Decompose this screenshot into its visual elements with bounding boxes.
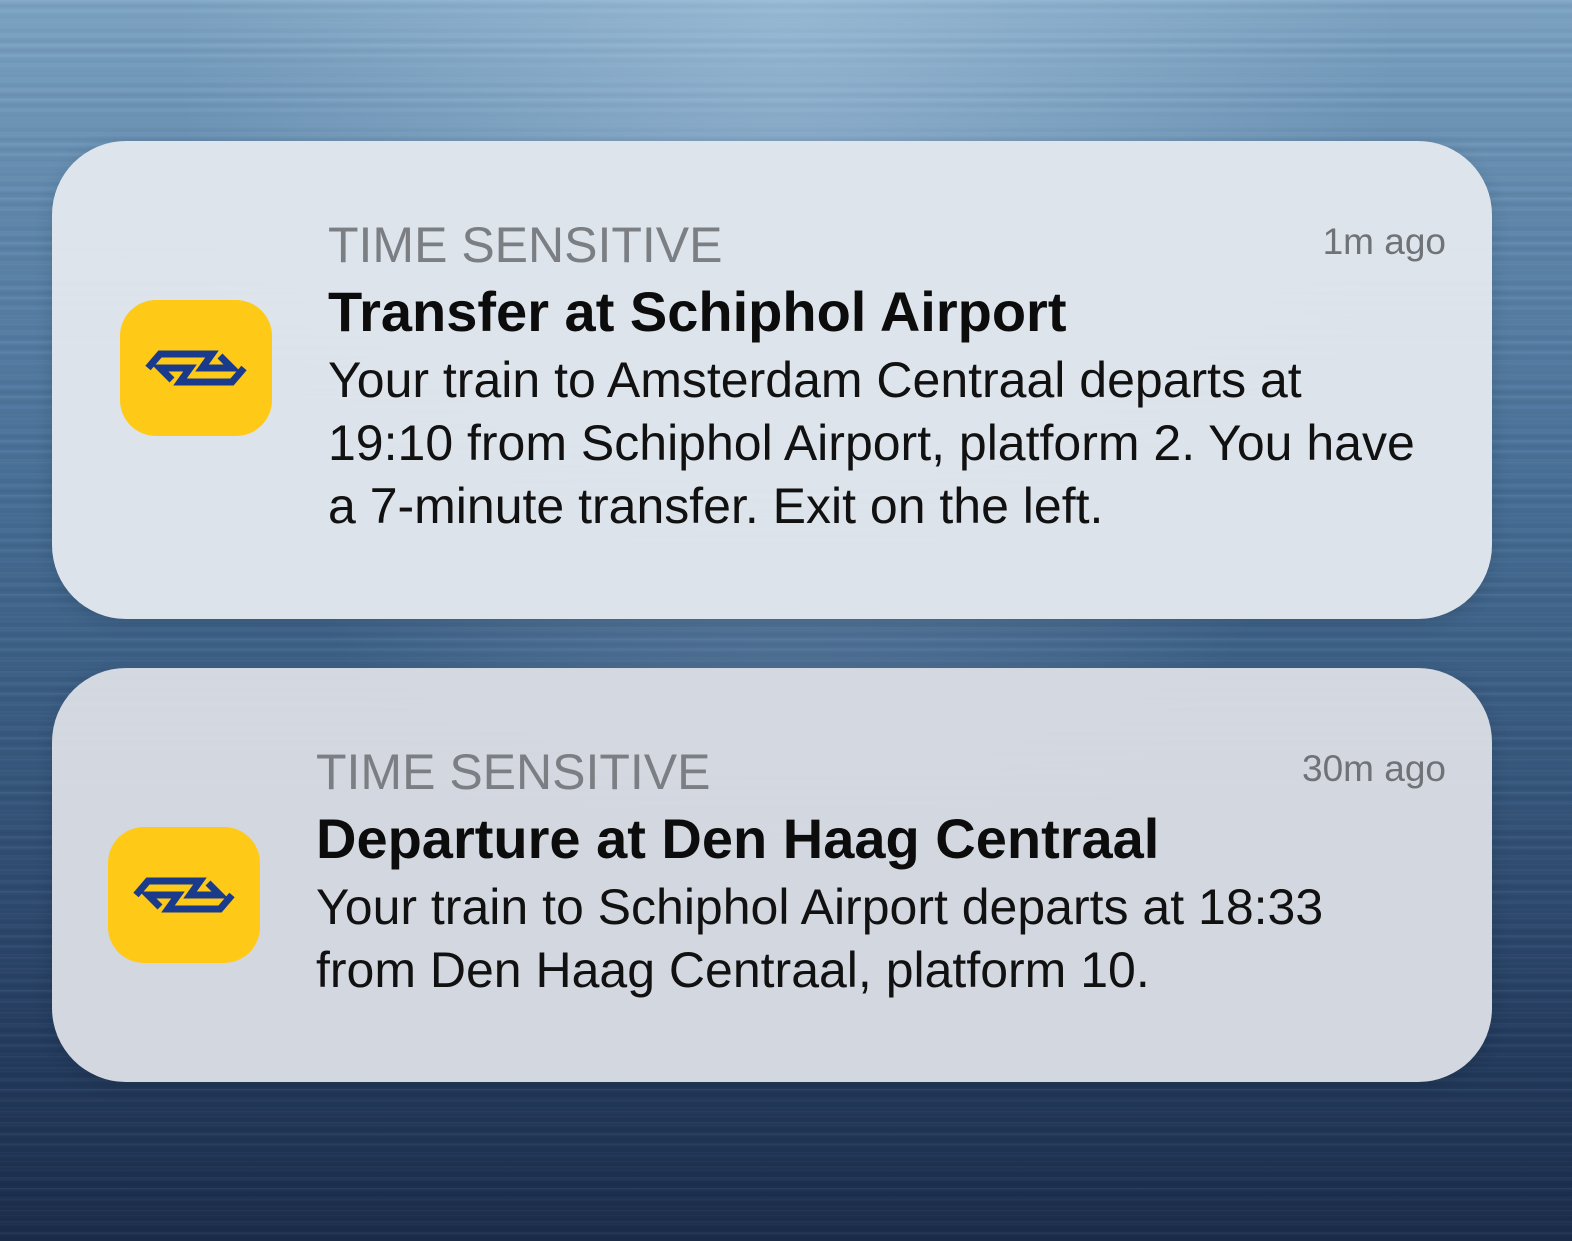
notification-time: 30m ago: [1302, 748, 1446, 789]
notification-body: Your train to Schiphol Airport departs a…: [316, 879, 1324, 998]
notification-time: 1m ago: [1322, 221, 1446, 262]
notification-card-departure[interactable]: TIME SENSITIVE 30m ago Departure at Den …: [52, 668, 1492, 1082]
notification-category: TIME SENSITIVE: [328, 217, 723, 273]
ns-logo-icon: [120, 300, 272, 436]
notification-content: TIME SENSITIVE 30m ago Departure at Den …: [316, 740, 1446, 1002]
ns-arrows-icon: [133, 877, 235, 913]
notification-title: Transfer at Schiphol Airport: [328, 280, 1067, 343]
notification-category: TIME SENSITIVE: [316, 744, 711, 800]
ns-logo-icon: [108, 827, 260, 963]
notification-content: TIME SENSITIVE 1m ago Transfer at Schiph…: [328, 213, 1446, 538]
notification-title: Departure at Den Haag Centraal: [316, 807, 1160, 870]
ns-arrows-icon: [145, 350, 247, 386]
notification-card-transfer[interactable]: TIME SENSITIVE 1m ago Transfer at Schiph…: [52, 141, 1492, 619]
notification-body: Your train to Amsterdam Centraal departs…: [328, 352, 1415, 534]
